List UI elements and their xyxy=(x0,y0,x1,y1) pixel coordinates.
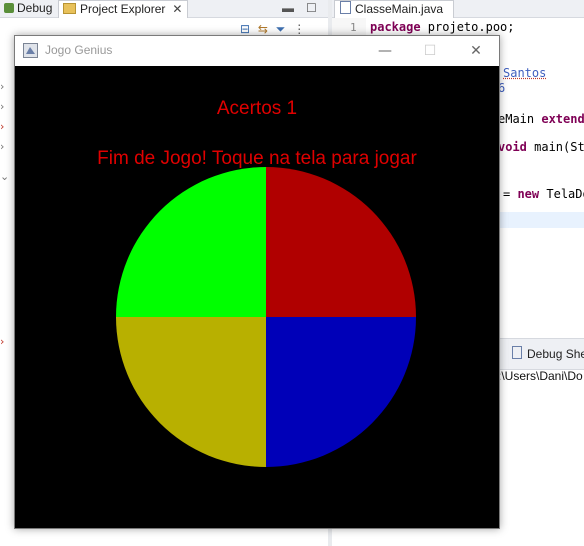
maximize-button[interactable]: ☐ xyxy=(418,41,442,61)
console-path: :\Users\Dani\Do xyxy=(498,369,583,383)
code-class-fragment: eMain extends xyxy=(498,112,584,126)
tree-chevron-icon[interactable]: › xyxy=(0,140,4,153)
code-line-1: package projeto.poo; xyxy=(370,20,515,34)
game-canvas[interactable]: Acertos 1 Fim de Jogo! Toque na tela par… xyxy=(15,66,499,528)
tab-project-explorer[interactable]: Project Explorer ✕ xyxy=(58,0,188,18)
tree-chevron-icon[interactable]: › xyxy=(0,335,4,348)
java-file-icon xyxy=(340,1,351,14)
code-new-fragment: = new TelaDo xyxy=(503,187,584,201)
game-window: Jogo Genius — ☐ ✕ Acertos 1 Fim de Jogo!… xyxy=(14,35,500,529)
editor-tabbar: ClasseMain.java xyxy=(332,0,584,18)
close-icon[interactable]: ✕ xyxy=(172,2,182,16)
debug-icon xyxy=(4,3,14,13)
window-title: Jogo Genius xyxy=(45,43,113,57)
debug-shell-icon xyxy=(512,346,522,359)
collapse-all-icon[interactable]: ⊟ xyxy=(240,22,250,36)
current-line-highlight xyxy=(498,212,584,228)
minimize-view-icon[interactable]: ▬ xyxy=(282,0,296,17)
tree-chevron-down-icon[interactable]: ⌄ xyxy=(0,170,9,183)
tab-debug-shell[interactable]: Debug She xyxy=(512,346,584,361)
maximize-view-icon[interactable]: ☐ xyxy=(306,0,320,17)
blue-quadrant[interactable] xyxy=(266,317,416,467)
code-author-fragment: Santos xyxy=(503,66,547,80)
close-button[interactable]: ✕ xyxy=(464,41,488,61)
tree-chevron-icon[interactable]: › xyxy=(0,120,4,133)
tree-chevron-icon[interactable]: › xyxy=(0,100,4,113)
genius-board xyxy=(116,167,416,467)
green-quadrant[interactable] xyxy=(116,167,266,317)
code-main-fragment: void main(Str xyxy=(498,140,584,154)
score-label: Acertos 1 xyxy=(216,98,298,119)
folder-icon xyxy=(63,3,76,14)
link-icon[interactable]: ⇆ xyxy=(258,22,268,36)
minimize-button[interactable]: — xyxy=(373,41,397,61)
left-tabbar: Debug Project Explorer ✕ ▬ ☐ xyxy=(0,0,328,18)
filter-icon[interactable]: ⏷ xyxy=(276,22,286,36)
yellow-quadrant[interactable] xyxy=(116,317,266,467)
line-number: 1 xyxy=(350,21,357,34)
tab-debug[interactable]: Debug xyxy=(2,0,54,17)
red-quadrant[interactable] xyxy=(266,167,416,317)
java-app-icon xyxy=(23,43,38,58)
tree-chevron-icon[interactable]: › xyxy=(0,80,4,93)
tab-classemain[interactable]: ClasseMain.java xyxy=(334,0,454,18)
console-tabbar: Debug She xyxy=(498,338,584,370)
window-titlebar[interactable]: Jogo Genius — ☐ ✕ xyxy=(15,36,499,66)
view-menu-icon[interactable]: ⋮ xyxy=(293,22,305,36)
